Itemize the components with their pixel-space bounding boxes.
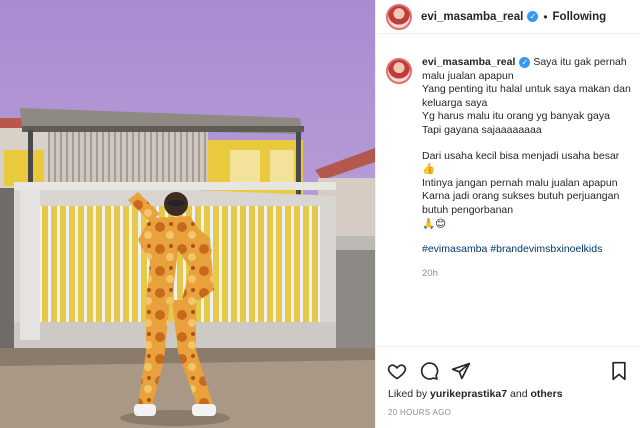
caption-hashtags[interactable]: #evimasamba #brandevimsbxinoelkids — [422, 243, 632, 257]
post-timestamp[interactable]: 20 HOURS AGO — [388, 408, 451, 417]
likes-summary: Liked by yurikeprastika7 and others — [388, 388, 563, 400]
caption-verified-badge-icon: ✓ — [519, 57, 531, 69]
caption: evi_masamba_real ✓ Saya itu gak pernah ma… — [422, 56, 632, 280]
action-bar — [376, 346, 640, 394]
likes-prefix: Liked by — [388, 388, 431, 400]
caption-block: evi_masamba_real ✓ Saya itu gak pernah ma… — [386, 56, 634, 280]
share-icon[interactable] — [450, 360, 472, 382]
comment-icon[interactable] — [418, 360, 440, 382]
caption-username[interactable]: evi_masamba_real — [422, 56, 515, 68]
caption-avatar[interactable] — [386, 58, 412, 84]
post-header: evi_masamba_real ✓ • Following — [376, 0, 640, 34]
following-button[interactable]: Following — [553, 11, 607, 23]
post-details-panel: evi_masamba_real ✓ • Following evi_masam… — [375, 0, 640, 428]
bookmark-icon[interactable] — [608, 360, 630, 382]
caption-text-2: Dari usaha kecil bisa menjadi usaha besa… — [422, 149, 620, 230]
post-image[interactable] — [0, 0, 375, 428]
caption-age: 20h — [422, 267, 438, 279]
heart-icon[interactable] — [386, 360, 408, 382]
likes-others[interactable]: others — [530, 388, 562, 400]
likes-user[interactable]: yurikeprastika7 — [430, 388, 507, 400]
likes-middle: and — [507, 388, 531, 400]
header-separator: • — [543, 9, 548, 24]
verified-badge-icon: ✓ — [527, 11, 539, 22]
post-photo-illustration — [0, 0, 375, 428]
header-username[interactable]: evi_masamba_real — [421, 11, 523, 23]
avatar[interactable] — [386, 3, 412, 30]
